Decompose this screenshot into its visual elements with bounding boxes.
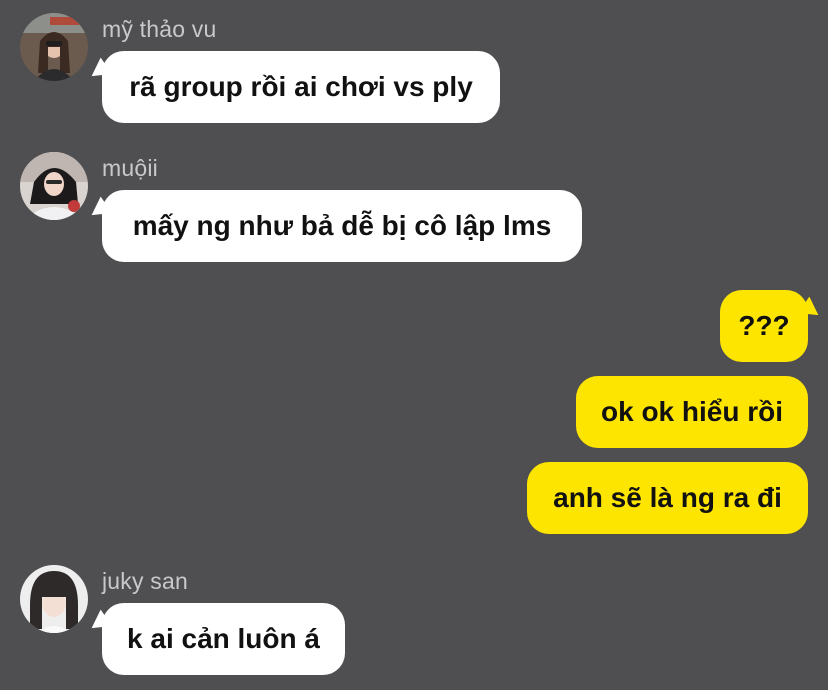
sender-name: muộii (102, 155, 158, 181)
message-bubble[interactable]: mấy ng như bả dễ bị cô lập lms (85, 190, 582, 262)
message-text: mấy ng như bả dễ bị cô lập lms (132, 210, 552, 241)
sender-name: mỹ thảo vu (102, 16, 217, 42)
bubble-tail (85, 196, 113, 224)
avatar-muoii[interactable] (20, 152, 88, 220)
avatar-image (20, 565, 88, 633)
message-bubble-own[interactable]: anh sẽ là ng ra đi (527, 462, 808, 534)
avatar-image (20, 13, 88, 81)
message-text: rã group rồi ai chơi vs ply (129, 71, 473, 102)
bubble-tail (85, 609, 113, 637)
bubble-tail (85, 57, 113, 85)
sender-name: juky san (102, 568, 188, 594)
bubble-tail (797, 296, 825, 324)
message-text: anh sẽ là ng ra đi (553, 482, 782, 513)
message-text: k ai cản luôn á (127, 623, 320, 654)
avatar-image (20, 152, 88, 220)
message-bubble[interactable]: k ai cản luôn á (85, 603, 345, 675)
message-text: ok ok hiểu rồi (600, 396, 784, 427)
message-text: ??? (738, 310, 790, 341)
avatar-juky-san[interactable] (20, 565, 88, 633)
message-bubble[interactable]: rã group rồi ai chơi vs ply (85, 51, 500, 123)
avatar-my-thao-vu[interactable] (20, 13, 88, 81)
message-bubble-own[interactable]: ok ok hiểu rồi (576, 376, 808, 448)
message-bubble-own[interactable]: ??? (720, 290, 825, 362)
